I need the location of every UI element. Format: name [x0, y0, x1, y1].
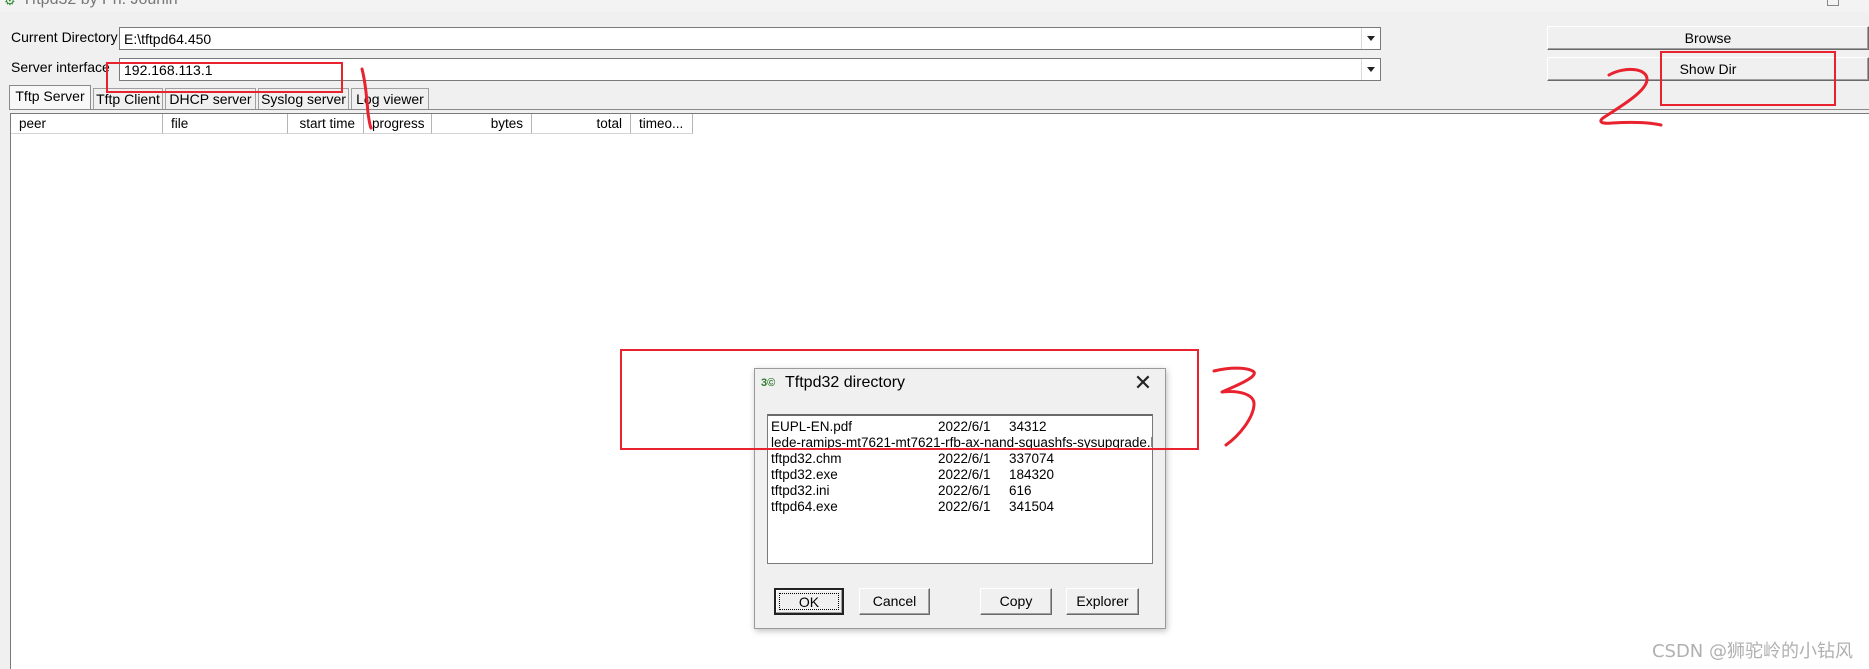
- watermark: CSDN @狮驼岭的小钻风: [1651, 641, 1853, 662]
- annotation-mark-2: [1599, 67, 1663, 127]
- annotation-mark-1: [360, 67, 373, 130]
- annotation-mark-3: [1212, 366, 1256, 447]
- annotation-strokes: [360, 67, 1663, 447]
